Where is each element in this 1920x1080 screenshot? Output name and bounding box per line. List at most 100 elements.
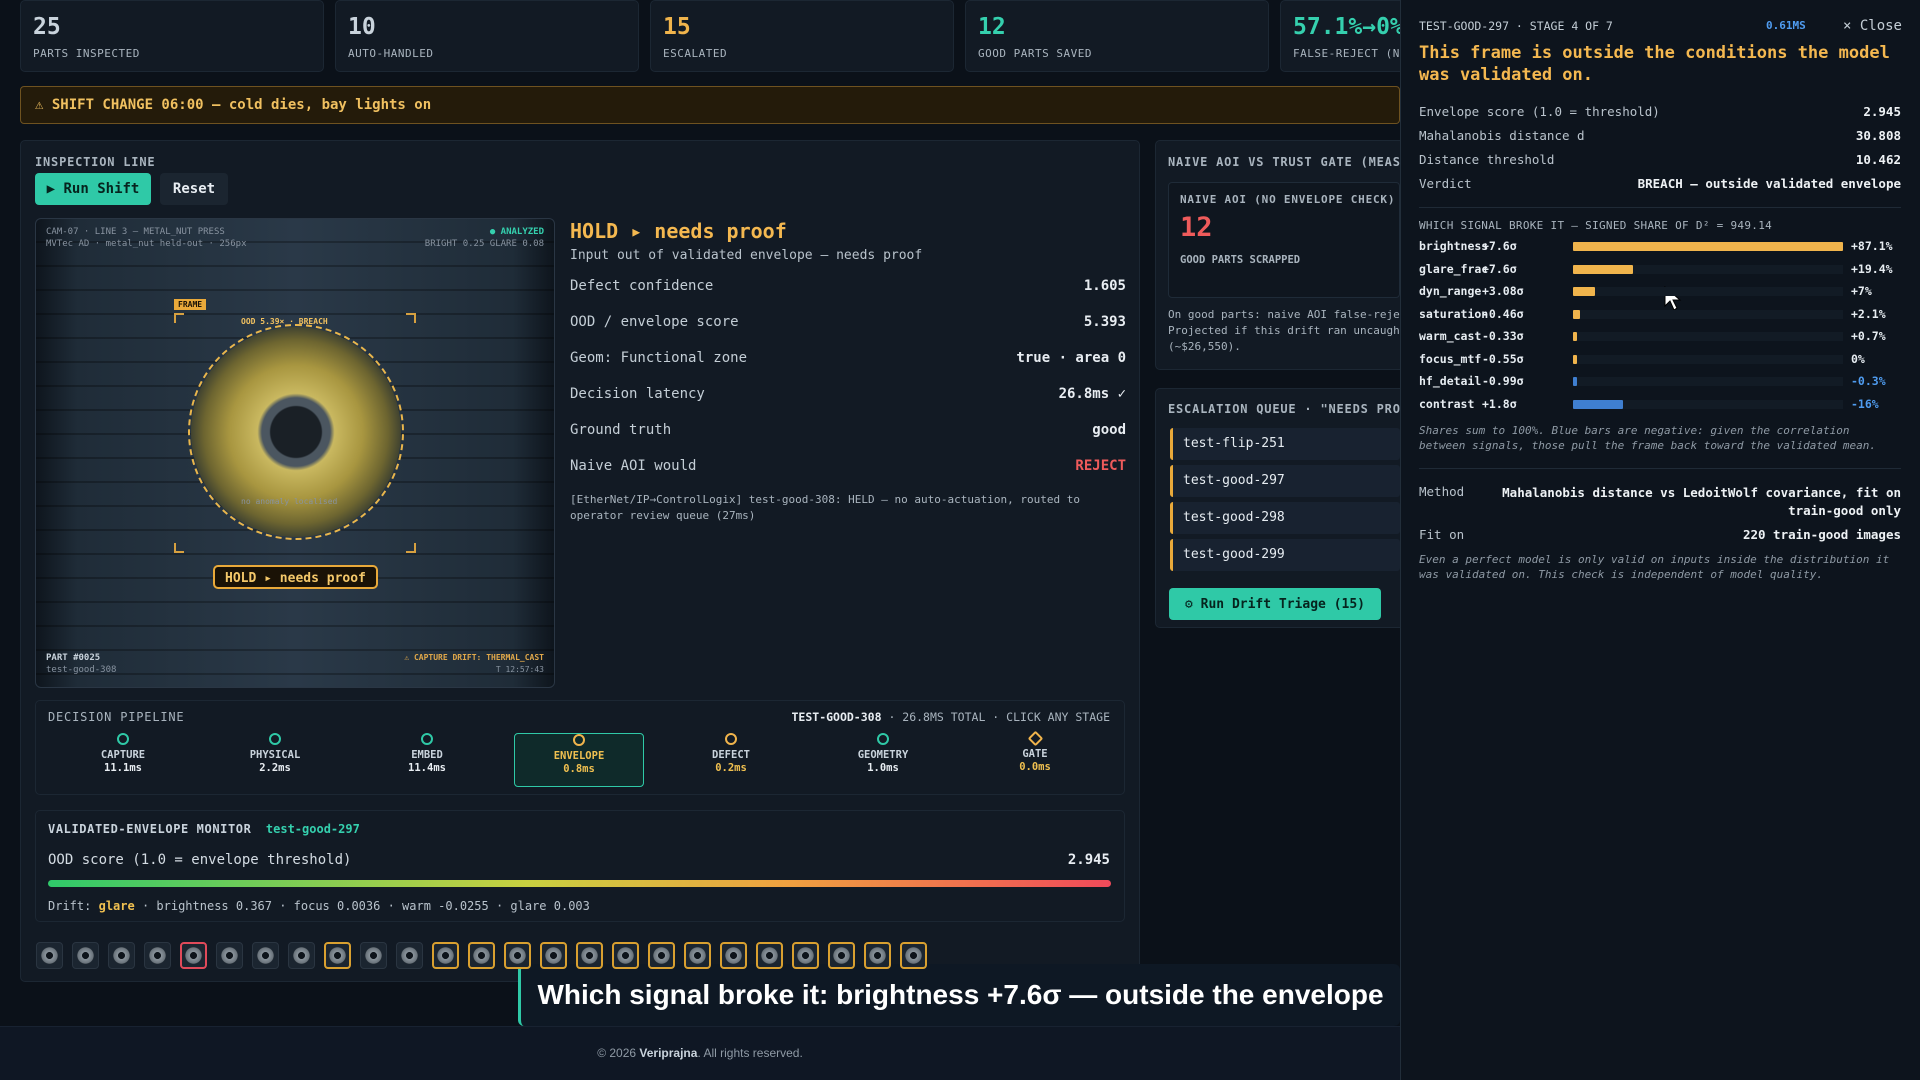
queue-item[interactable]: test-good-298 xyxy=(1170,502,1400,534)
stage-status-icon xyxy=(725,733,737,745)
metal-nut-icon xyxy=(797,947,814,964)
panel-footnote: Even a perfect model is only valid on in… xyxy=(1419,553,1890,581)
signal-sigma: +7.6σ xyxy=(1482,239,1517,253)
panel-latency: 0.61MS xyxy=(1766,19,1806,32)
signal-share-pct: +87.1% xyxy=(1851,239,1893,253)
part-thumbnail[interactable] xyxy=(432,942,459,969)
part-thumbnail[interactable] xyxy=(288,942,315,969)
kpi-value: 12 xyxy=(978,14,1006,40)
signal-share-track xyxy=(1573,287,1843,296)
close-button[interactable]: × Close xyxy=(1843,18,1902,34)
part-thumbnail[interactable] xyxy=(612,942,639,969)
run-drift-triage-button[interactable]: ⚙ Run Drift Triage (15) xyxy=(1169,588,1381,620)
part-thumbnail[interactable] xyxy=(36,942,63,969)
stage-name: GATE xyxy=(1022,748,1048,760)
footer-prefix: © 2026 xyxy=(597,1046,640,1060)
part-thumbnail[interactable] xyxy=(864,942,891,969)
part-thumbnail[interactable] xyxy=(72,942,99,969)
signal-share-bar xyxy=(1573,332,1577,341)
part-thumbnail[interactable] xyxy=(324,942,351,969)
kpi-label: GOOD PARTS SAVED xyxy=(978,47,1092,60)
inspection-line-title: INSPECTION LINE xyxy=(35,155,156,169)
part-thumbnail[interactable] xyxy=(216,942,243,969)
fit-label: Fit on xyxy=(1419,527,1465,542)
metal-nut-icon xyxy=(581,947,598,964)
envelope-monitor-header: VALIDATED-ENVELOPE MONITOR test-good-297 xyxy=(48,822,360,836)
part-thumbnail[interactable] xyxy=(252,942,279,969)
decision-title: HOLD ▸ needs proof xyxy=(570,219,787,243)
no-anomaly-note: no anomaly localised xyxy=(241,497,338,506)
stat-value: BREACH — outside validated envelope xyxy=(1637,176,1901,191)
kpi-auto-handled: 10 AUTO-HANDLED xyxy=(335,0,639,72)
part-thumbnail[interactable] xyxy=(648,942,675,969)
naive-aoi-box-title: NAIVE AOI (NO ENVELOPE CHECK) xyxy=(1180,193,1396,206)
queue-item[interactable]: test-good-299 xyxy=(1170,539,1400,571)
stat-row: Verdict BREACH — outside validated envelo… xyxy=(1419,176,1901,191)
part-thumbnail[interactable] xyxy=(828,942,855,969)
signal-share-pct: +2.1% xyxy=(1851,306,1886,321)
decision-row-value: REJECT xyxy=(1075,458,1126,474)
signal-share-track xyxy=(1573,242,1843,251)
signal-share-track xyxy=(1573,354,1843,364)
part-thumbnail[interactable] xyxy=(540,942,567,969)
frame-corner-bl xyxy=(174,543,184,553)
pipeline-stage-capture[interactable]: CAPTURE 11.1ms xyxy=(58,733,188,787)
part-thumbnail[interactable] xyxy=(144,942,171,969)
metal-nut-icon xyxy=(725,947,742,964)
metal-nut-icon xyxy=(833,947,850,964)
envelope-monitor-title: VALIDATED-ENVELOPE MONITOR xyxy=(48,822,252,836)
signal-name: glare_frac xyxy=(1419,261,1489,276)
decision-row-label: Decision latency xyxy=(570,386,705,402)
pipeline-stage-embed[interactable]: EMBED 11.4ms xyxy=(362,733,492,787)
metal-nut-icon xyxy=(365,947,382,964)
decision-subtitle: Input out of validated envelope — needs … xyxy=(570,248,923,263)
part-thumbnail[interactable] xyxy=(900,942,927,969)
kpi-false-reject: 57.1%→0% FALSE-REJECT (NA xyxy=(1280,0,1410,72)
decision-row-label: Geom: Functional zone xyxy=(570,350,748,366)
pipeline-stage-geometry[interactable]: GEOMETRY 1.0ms xyxy=(818,733,948,787)
camera-view: CAM-07 · LINE 3 — METAL_NUT PRESS MVTec … xyxy=(35,218,555,688)
part-thumbnail[interactable] xyxy=(360,942,387,969)
metal-nut-icon xyxy=(257,947,274,964)
stage-latency: 2.2ms xyxy=(259,762,291,774)
metal-nut-icon xyxy=(77,947,94,964)
kpi-parts-inspected: 25 PARTS INSPECTED xyxy=(20,0,324,72)
drift-key: glare xyxy=(98,899,135,913)
signal-share-bar xyxy=(1573,264,1634,274)
signal-share-pct: +19.4% xyxy=(1851,261,1893,276)
signal-name: warm_cast xyxy=(1419,329,1482,343)
pipeline-stage-defect[interactable]: DEFECT 0.2ms xyxy=(666,733,796,787)
reset-button[interactable]: Reset xyxy=(160,173,228,205)
dataset-label: MVTec AD · metal_nut held-out · 256px xyxy=(46,239,247,249)
metal-nut-icon xyxy=(401,947,418,964)
part-thumbnail[interactable] xyxy=(108,942,135,969)
part-thumbnail[interactable] xyxy=(756,942,783,969)
part-thumbnail[interactable] xyxy=(792,942,819,969)
signal-share-bar xyxy=(1573,377,1577,386)
part-thumbnail[interactable] xyxy=(720,942,747,969)
part-thumbnail[interactable] xyxy=(396,942,423,969)
part-thumbnail[interactable] xyxy=(576,942,603,969)
signal-share-pct: +0.7% xyxy=(1851,329,1886,343)
good-parts-scrapped-count: 12 xyxy=(1180,212,1213,243)
pipeline-stage-physical[interactable]: PHYSICAL 2.2ms xyxy=(210,733,340,787)
metal-nut-icon xyxy=(41,947,58,964)
part-id: test-good-308 xyxy=(46,665,117,675)
ood-breach-tag: OOD 5.39× · BREACH xyxy=(241,317,328,326)
pipeline-stage-envelope[interactable]: ENVELOPE 0.8ms xyxy=(514,733,644,787)
pipeline-stage-gate[interactable]: GATE 0.0ms xyxy=(970,730,1100,787)
decision-row-value: 1.605 xyxy=(1083,278,1126,294)
part-thumbnail[interactable] xyxy=(684,942,711,969)
kpi-good-parts-saved: 12 GOOD PARTS SAVED xyxy=(965,0,1269,72)
footer-brand[interactable]: Veriprajna xyxy=(639,1046,697,1060)
part-thumbnail[interactable] xyxy=(180,942,207,969)
run-shift-button[interactable]: ▶ Run Shift xyxy=(35,173,151,205)
part-thumbnail[interactable] xyxy=(504,942,531,969)
part-thumbnail[interactable] xyxy=(468,942,495,969)
stage-latency: 11.4ms xyxy=(408,762,446,774)
metal-nut-icon xyxy=(617,947,634,964)
queue-item[interactable]: test-good-297 xyxy=(1170,465,1400,497)
kpi-value: 10 xyxy=(348,14,376,40)
queue-item[interactable]: test-flip-251 xyxy=(1170,428,1400,460)
decision-row-label: OOD / envelope score xyxy=(570,314,739,330)
